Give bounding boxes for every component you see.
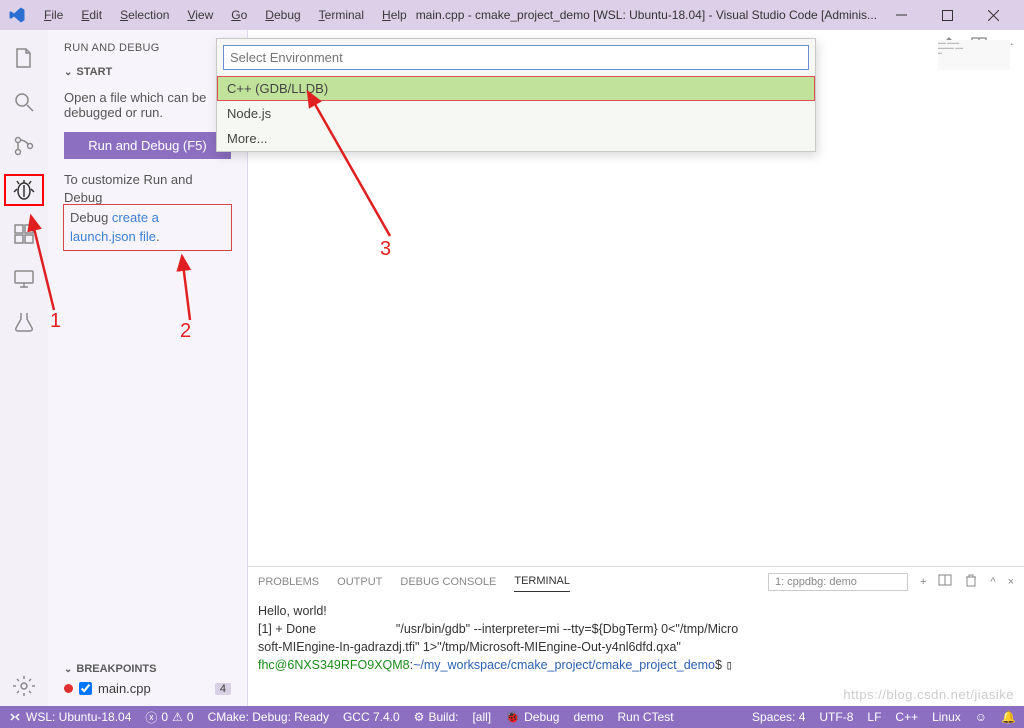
- menu-terminal[interactable]: Terminal: [311, 4, 372, 26]
- sb-demo[interactable]: demo: [573, 710, 603, 724]
- remote-icon[interactable]: [0, 258, 48, 298]
- scm-icon[interactable]: [0, 126, 48, 166]
- terminal-select[interactable]: 1: cppdbg: demo: [768, 573, 908, 591]
- settings-icon[interactable]: [0, 666, 48, 706]
- select-environment-quickpick: C++ (GDB/LLDB) Node.js More...: [216, 38, 816, 152]
- menu-go[interactable]: Go: [223, 4, 255, 26]
- terminal-body[interactable]: Hello, world! [1] + Done "/usr/bin/gdb" …: [248, 596, 1024, 706]
- quickpick-item-more[interactable]: More...: [217, 126, 815, 151]
- chevron-down-icon: ⌄: [64, 67, 72, 78]
- sb-lang[interactable]: C++: [895, 710, 918, 724]
- search-icon[interactable]: [0, 82, 48, 122]
- tab-debug-console[interactable]: DEBUG CONSOLE: [400, 572, 496, 592]
- close-button[interactable]: [970, 0, 1016, 30]
- breakpoint-item[interactable]: main.cpp 4: [48, 679, 247, 698]
- maximize-button[interactable]: [924, 0, 970, 30]
- menu-debug[interactable]: Debug: [257, 4, 308, 26]
- tab-problems[interactable]: PROBLEMS: [258, 572, 319, 592]
- quickpick-input[interactable]: [223, 45, 809, 70]
- sb-feedback-icon[interactable]: ☺: [975, 710, 987, 724]
- sb-target[interactable]: [all]: [472, 710, 491, 724]
- minimize-button[interactable]: [878, 0, 924, 30]
- split-terminal-icon[interactable]: [938, 573, 952, 590]
- quickpick-item-cpp[interactable]: C++ (GDB/LLDB): [217, 76, 815, 101]
- status-bar: WSL: Ubuntu-18.04 ⓧ 0 ⚠ 0 CMake: Debug: …: [0, 706, 1024, 728]
- breakpoint-file: main.cpp: [98, 681, 151, 696]
- test-icon[interactable]: [0, 302, 48, 342]
- sb-eol[interactable]: LF: [867, 710, 881, 724]
- sb-ctest[interactable]: Run CTest: [618, 710, 674, 724]
- create-launch-json-link[interactable]: create a launch.json file: [70, 210, 159, 243]
- sb-build[interactable]: ⚙ Build:: [414, 710, 459, 724]
- close-panel-icon[interactable]: ×: [1008, 576, 1014, 588]
- title-bar: FFileile Edit Selection View Go Debug Te…: [0, 0, 1024, 30]
- sb-remote[interactable]: WSL: Ubuntu-18.04: [8, 710, 131, 724]
- window-title: main.cpp - cmake_project_demo [WSL: Ubun…: [415, 8, 878, 22]
- panel: PROBLEMS OUTPUT DEBUG CONSOLE TERMINAL 1…: [248, 566, 1024, 706]
- menu-edit[interactable]: Edit: [73, 4, 110, 26]
- sb-problems[interactable]: ⓧ 0 ⚠ 0: [145, 709, 193, 726]
- sb-os[interactable]: Linux: [932, 710, 961, 724]
- vscode-logo-icon: [8, 6, 26, 24]
- breakpoint-dot-icon: [64, 684, 73, 693]
- sb-bell-icon[interactable]: 🔔: [1001, 710, 1016, 724]
- window-controls: [878, 0, 1016, 30]
- tab-output[interactable]: OUTPUT: [337, 572, 382, 592]
- tab-terminal[interactable]: TERMINAL: [514, 571, 570, 592]
- sb-spaces[interactable]: Spaces: 4: [752, 710, 805, 724]
- explorer-icon[interactable]: [0, 38, 48, 78]
- sb-cmake[interactable]: CMake: Debug: Ready: [208, 710, 329, 724]
- chevron-down-icon: ⌄: [64, 664, 72, 675]
- run-debug-icon[interactable]: [0, 170, 48, 210]
- sb-gcc[interactable]: GCC 7.4.0: [343, 710, 400, 724]
- menu-selection[interactable]: Selection: [112, 4, 177, 26]
- sb-debug[interactable]: 🐞 Debug: [505, 710, 559, 724]
- sb-encoding[interactable]: UTF-8: [819, 710, 853, 724]
- menu-file[interactable]: FFileile: [36, 4, 71, 26]
- extensions-icon[interactable]: [0, 214, 48, 254]
- breakpoint-line-badge: 4: [215, 683, 231, 695]
- activity-bar: [0, 30, 48, 706]
- quickpick-item-nodejs[interactable]: Node.js: [217, 101, 815, 126]
- kill-terminal-icon[interactable]: [964, 573, 978, 590]
- new-terminal-icon[interactable]: +: [920, 576, 926, 588]
- run-and-debug-button[interactable]: Run and Debug (F5): [64, 132, 231, 159]
- customize-text: To customize Run and Debug Debug create …: [64, 171, 231, 250]
- breakpoints-section-header[interactable]: ⌄BREAKPOINTS: [48, 659, 247, 679]
- menu-view[interactable]: View: [179, 4, 221, 26]
- maximize-panel-icon[interactable]: ^: [990, 576, 995, 588]
- open-file-text: Open a file which can be debugged or run…: [64, 90, 231, 120]
- menu-bar: FFileile Edit Selection View Go Debug Te…: [36, 4, 415, 26]
- breakpoint-checkbox[interactable]: [79, 682, 92, 695]
- menu-help[interactable]: Help: [374, 4, 415, 26]
